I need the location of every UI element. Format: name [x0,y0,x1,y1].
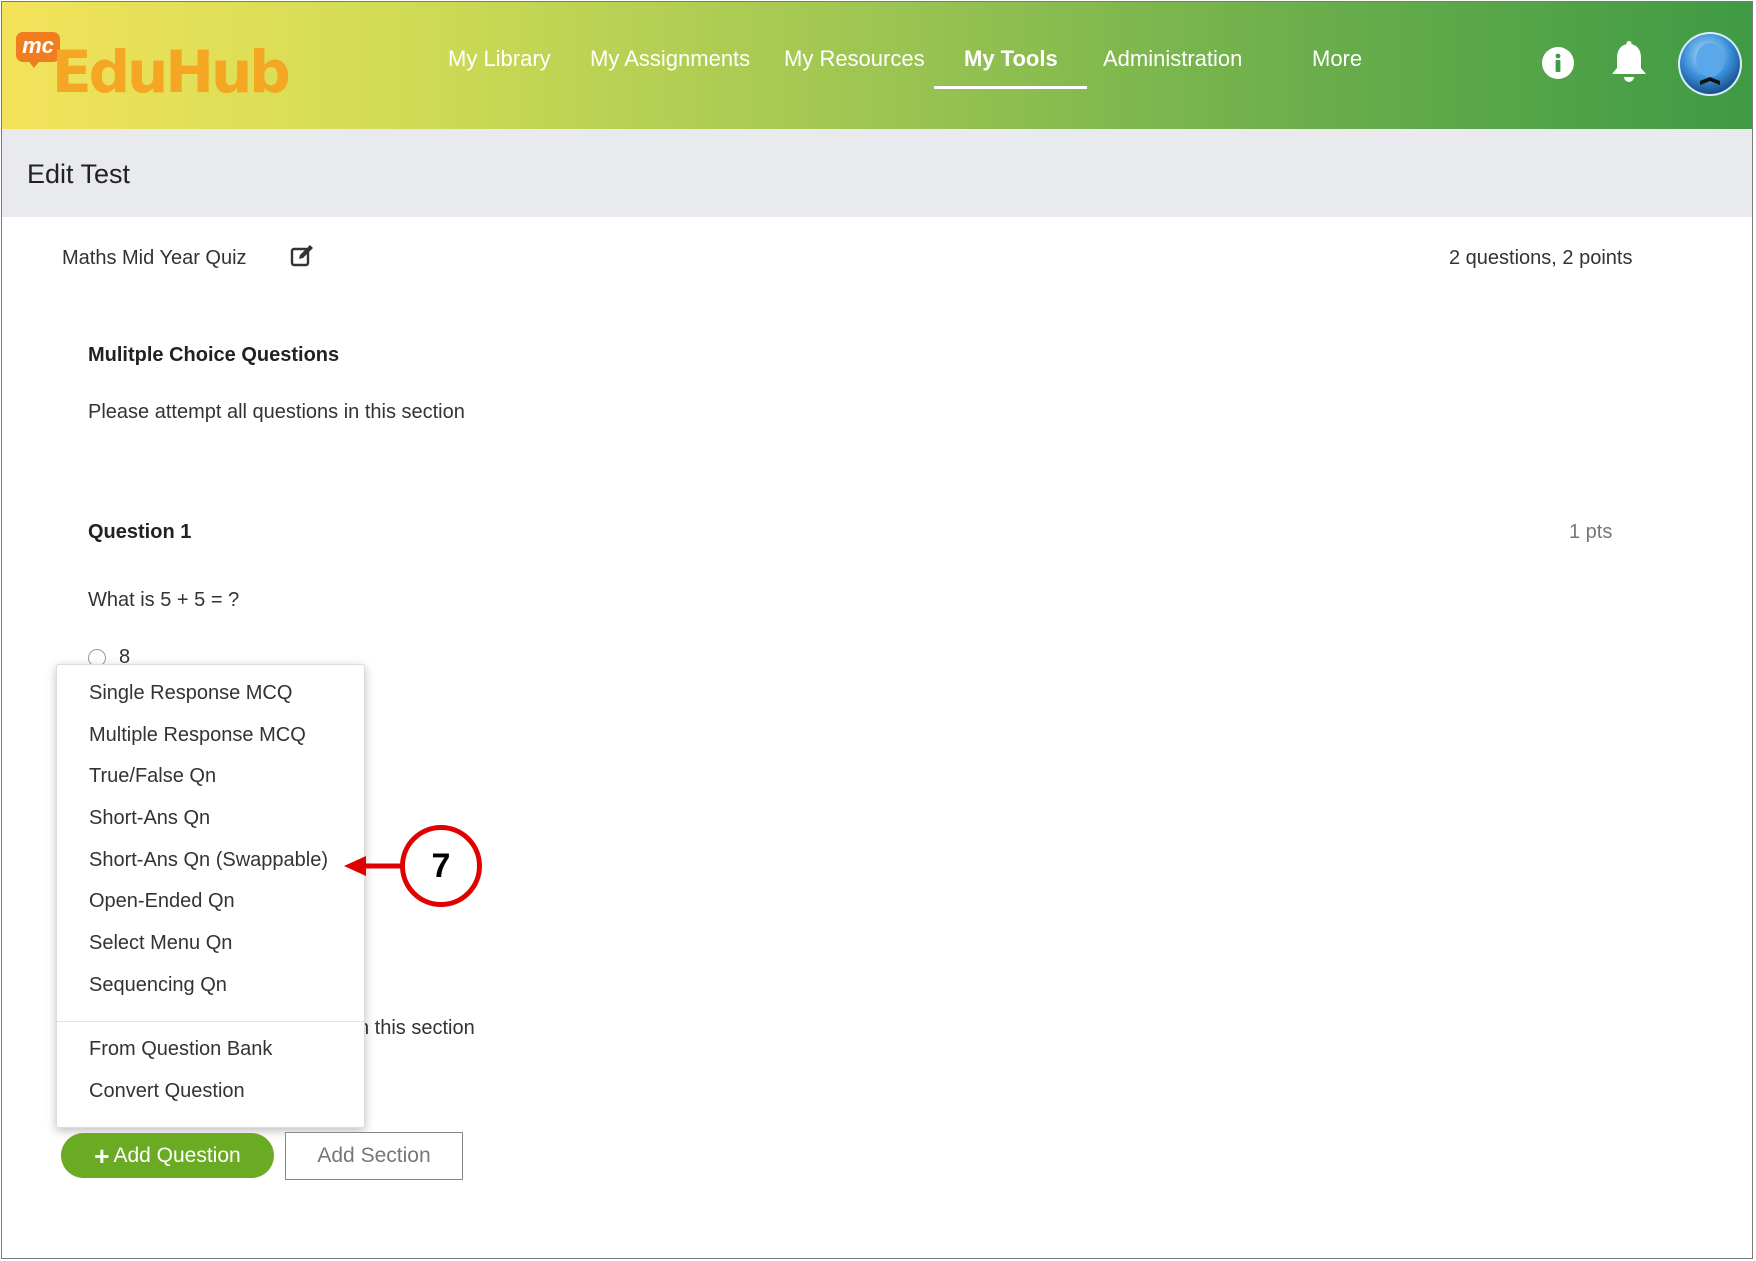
nav-my-assignments[interactable]: My Assignments [590,46,750,72]
add-question-button[interactable]: + Add Question [61,1133,274,1178]
menu-item-single-response-mcq[interactable]: Single Response MCQ [89,682,292,705]
menu-item-convert-question[interactable]: Convert Question [89,1080,245,1103]
nav-administration[interactable]: Administration [1103,46,1242,72]
plus-icon: + [94,1140,110,1171]
question-text: What is 5 + 5 = ? [88,589,240,611]
section-description-partial: n this section [358,1017,475,1039]
menu-item-true-false[interactable]: True/False Qn [89,765,216,788]
nav-more[interactable]: More [1312,46,1362,72]
add-question-menu: Single Response MCQ Multiple Response MC… [56,664,365,1128]
info-icon[interactable] [1541,46,1575,80]
section-title: Mulitple Choice Questions [88,344,340,366]
active-nav-underline [934,86,1087,89]
menu-item-select-menu[interactable]: Select Menu Qn [89,932,232,955]
logo-text: EduHub [52,38,291,106]
test-name: Maths Mid Year Quiz [62,247,247,269]
callout-arrow-icon [344,856,404,876]
step-callout: 7 [400,825,482,907]
question-title: Question 1 [88,521,192,543]
edit-icon[interactable] [289,243,315,269]
nav-my-tools[interactable]: My Tools [964,46,1058,72]
add-section-button[interactable]: Add Section [285,1132,463,1180]
add-question-label: Add Question [113,1143,241,1167]
menu-divider [57,1021,364,1022]
menu-item-from-question-bank[interactable]: From Question Bank [89,1038,272,1061]
question-points: 1 pts [1569,521,1613,543]
avatar[interactable] [1677,31,1743,97]
logo-badge-tail [26,58,42,68]
menu-item-open-ended[interactable]: Open-Ended Qn [89,890,235,913]
top-navigation-bar: mc EduHub My Library My Assignments My R… [2,2,1752,129]
menu-item-short-ans-swappable[interactable]: Short-Ans Qn (Swappable) [89,849,328,872]
page-title-bar: Edit Test [2,129,1752,217]
add-section-label: Add Section [317,1144,431,1167]
menu-item-short-ans[interactable]: Short-Ans Qn [89,807,210,830]
bell-icon[interactable] [1608,40,1650,86]
menu-item-sequencing[interactable]: Sequencing Qn [89,974,227,997]
nav-my-library[interactable]: My Library [448,46,551,72]
app-window: mc EduHub My Library My Assignments My R… [1,1,1753,1259]
page-title: Edit Test [27,159,131,189]
section-description: Please attempt all questions in this sec… [88,401,465,423]
nav-my-resources[interactable]: My Resources [784,46,925,72]
eduhub-logo[interactable]: mc EduHub [16,32,291,106]
menu-item-multiple-response-mcq[interactable]: Multiple Response MCQ [89,724,306,747]
test-summary: 2 questions, 2 points [1449,247,1633,269]
